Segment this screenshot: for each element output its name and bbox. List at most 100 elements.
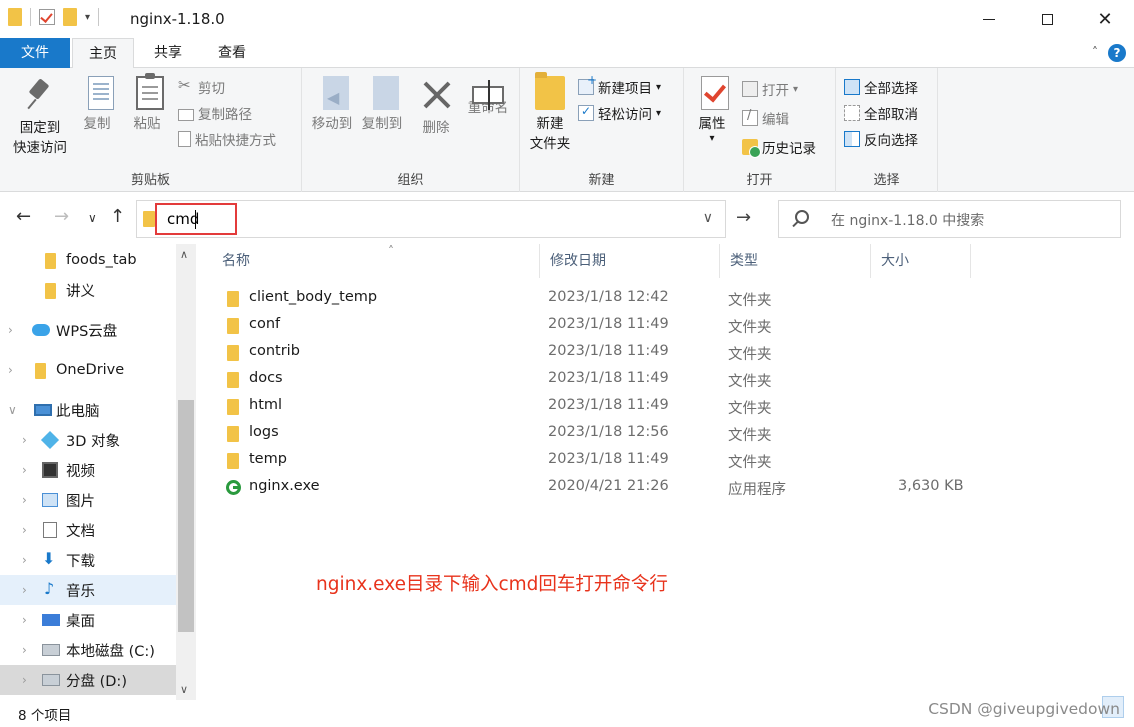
chevron-right-icon[interactable]: › <box>22 493 27 507</box>
maximize-button[interactable] <box>1018 0 1076 38</box>
tree-item-onedrive[interactable]: › OneDrive <box>0 355 176 385</box>
cut-button[interactable]: 剪切 <box>178 76 225 98</box>
tree-item-documents[interactable]: › 文档 <box>0 515 176 545</box>
move-to-button[interactable]: 移动到 <box>306 76 358 134</box>
properties-qat-icon[interactable] <box>39 9 55 25</box>
copy-to-button[interactable]: 复制到 <box>356 76 408 134</box>
history-button[interactable]: 历史记录 <box>742 136 816 158</box>
paste-button[interactable]: 粘贴 <box>128 73 166 134</box>
copy-path-button[interactable]: 复制路径 <box>178 102 252 124</box>
column-header-name[interactable]: 名称 ˄ <box>212 244 540 278</box>
folder-icon <box>227 345 239 361</box>
tree-item-lecture-notes[interactable]: 讲义 <box>0 275 176 305</box>
file-date: 2023/1/18 12:56 <box>548 424 669 440</box>
music-icon: ♪ <box>44 579 55 598</box>
new-item-button[interactable]: 新建项目 ▾ <box>578 73 661 98</box>
tree-item-desktop[interactable]: › 桌面 <box>0 605 176 635</box>
search-icon <box>795 210 809 224</box>
chevron-down-icon[interactable]: ∨ <box>8 403 17 417</box>
back-arrow-icon[interactable]: ← <box>16 206 31 227</box>
tab-file[interactable]: 文件 <box>0 38 70 68</box>
address-bar[interactable]: cmd ∨ <box>136 200 726 238</box>
chevron-right-icon[interactable]: › <box>22 463 27 477</box>
scrollbar-thumb[interactable] <box>178 400 194 632</box>
customize-qat-dropdown[interactable]: ▾ <box>85 12 90 23</box>
column-header-type[interactable]: 类型 <box>720 244 871 278</box>
new-folder-label-line1: 新建 <box>536 116 564 132</box>
tab-home[interactable]: 主页 <box>72 38 134 69</box>
file-row-client-body-temp[interactable]: client_body_temp 2023/1/18 12:42 文件夹 <box>196 285 976 312</box>
file-row-temp[interactable]: temp 2023/1/18 11:49 文件夹 <box>196 447 976 474</box>
tab-share[interactable]: 共享 <box>138 38 198 68</box>
item-count: 8 个项目 <box>18 708 72 724</box>
select-all-button[interactable]: 全部选择 <box>844 76 918 98</box>
forward-arrow-icon[interactable]: → <box>54 206 69 227</box>
file-row-html[interactable]: html 2023/1/18 11:49 文件夹 <box>196 393 976 420</box>
paste-shortcut-button[interactable]: 粘贴快捷方式 <box>178 128 276 150</box>
open-group: 属性 ▾ 打开 ▾ 编辑 历史记录 打开 <box>684 68 836 192</box>
file-row-contrib[interactable]: contrib 2023/1/18 11:49 文件夹 <box>196 339 976 366</box>
tree-item-music[interactable]: › ♪ 音乐 <box>0 575 176 605</box>
open-button[interactable]: 打开 ▾ <box>742 78 798 100</box>
recent-locations-chevron-icon[interactable]: ∨ <box>88 211 97 225</box>
chevron-down-icon[interactable]: ∨ <box>703 210 713 226</box>
search-input[interactable]: 在 nginx-1.18.0 中搜索 <box>831 210 984 230</box>
chevron-right-icon[interactable]: › <box>8 323 13 337</box>
select-none-label: 全部取消 <box>864 107 918 123</box>
separator <box>30 8 31 26</box>
chevron-down-icon: ▾ <box>709 133 715 144</box>
nav-pane-scrollbar[interactable]: ∧ ∨ <box>176 244 196 700</box>
new-folder-button[interactable]: 新建 文件夹 <box>524 72 576 154</box>
invert-selection-button[interactable]: 反向选择 <box>844 128 918 150</box>
tree-item-disk-d[interactable]: › 分盘 (D:) <box>0 665 176 695</box>
tree-item-pictures[interactable]: › 图片 <box>0 485 176 515</box>
column-header-size[interactable]: 大小 <box>871 244 971 278</box>
file-row-docs[interactable]: docs 2023/1/18 11:49 文件夹 <box>196 366 976 393</box>
rename-button[interactable]: 重命名 <box>462 76 514 118</box>
tree-item-local-disk-c[interactable]: › 本地磁盘 (C:) <box>0 635 176 665</box>
tree-item-videos[interactable]: › 视频 <box>0 455 176 485</box>
scroll-down-icon[interactable]: ∨ <box>180 683 188 696</box>
pin-to-quick-access-button[interactable]: 固定到 快速访问 <box>8 76 72 158</box>
tab-view[interactable]: 查看 <box>202 38 262 68</box>
tree-item-label: 讲义 <box>66 283 95 300</box>
clipboard-icon <box>136 73 164 110</box>
collapse-ribbon-icon[interactable]: ˄ <box>1092 45 1098 59</box>
help-icon[interactable]: ? <box>1108 44 1126 62</box>
delete-button[interactable]: 删除 <box>416 76 456 138</box>
chevron-right-icon[interactable]: › <box>22 553 27 567</box>
chevron-right-icon[interactable]: › <box>22 673 27 687</box>
copy-path-label: 复制路径 <box>198 107 252 123</box>
tree-item-downloads[interactable]: › ⬇ 下载 <box>0 545 176 575</box>
file-row-conf[interactable]: conf 2023/1/18 11:49 文件夹 <box>196 312 976 339</box>
tree-item-this-pc[interactable]: ∨ 此电脑 <box>0 395 176 425</box>
minimize-button[interactable] <box>960 0 1018 38</box>
close-button[interactable]: ✕ <box>1076 0 1134 38</box>
go-arrow-icon[interactable]: → <box>736 207 751 228</box>
select-none-button[interactable]: 全部取消 <box>844 102 918 124</box>
new-folder-qat-icon[interactable] <box>63 8 77 26</box>
tree-item-label: WPS云盘 <box>56 323 118 340</box>
chevron-right-icon[interactable]: › <box>22 433 27 447</box>
tree-item-wps-cloud[interactable]: › WPS云盘 <box>0 315 176 345</box>
copy-button[interactable]: 复制 <box>78 76 116 134</box>
file-row-logs[interactable]: logs 2023/1/18 12:56 文件夹 <box>196 420 976 447</box>
scroll-up-icon[interactable]: ∧ <box>180 248 188 261</box>
properties-button[interactable]: 属性 ▾ <box>692 76 732 144</box>
chevron-right-icon[interactable]: › <box>22 643 27 657</box>
tree-item-foods-tab[interactable]: foods_tab <box>0 245 176 275</box>
edit-button[interactable]: 编辑 <box>742 107 789 129</box>
chevron-right-icon[interactable]: › <box>22 523 27 537</box>
file-row-nginx-exe[interactable]: nginx.exe 2020/4/21 21:26 应用程序 3,630 KB <box>196 474 976 501</box>
download-icon: ⬇ <box>42 549 56 568</box>
up-arrow-icon[interactable]: ↑ <box>110 206 125 227</box>
chevron-right-icon[interactable]: › <box>22 583 27 597</box>
search-box[interactable]: 在 nginx-1.18.0 中搜索 <box>778 200 1121 238</box>
chevron-right-icon[interactable]: › <box>22 613 27 627</box>
column-header-date[interactable]: 修改日期 <box>540 244 720 278</box>
chevron-right-icon[interactable]: › <box>8 363 13 377</box>
tree-item-3d-objects[interactable]: › 3D 对象 <box>0 425 176 455</box>
file-date: 2023/1/18 11:49 <box>548 397 669 413</box>
chevron-down-icon: ▾ <box>793 83 799 95</box>
easy-access-button[interactable]: 轻松访问 ▾ <box>578 102 661 124</box>
